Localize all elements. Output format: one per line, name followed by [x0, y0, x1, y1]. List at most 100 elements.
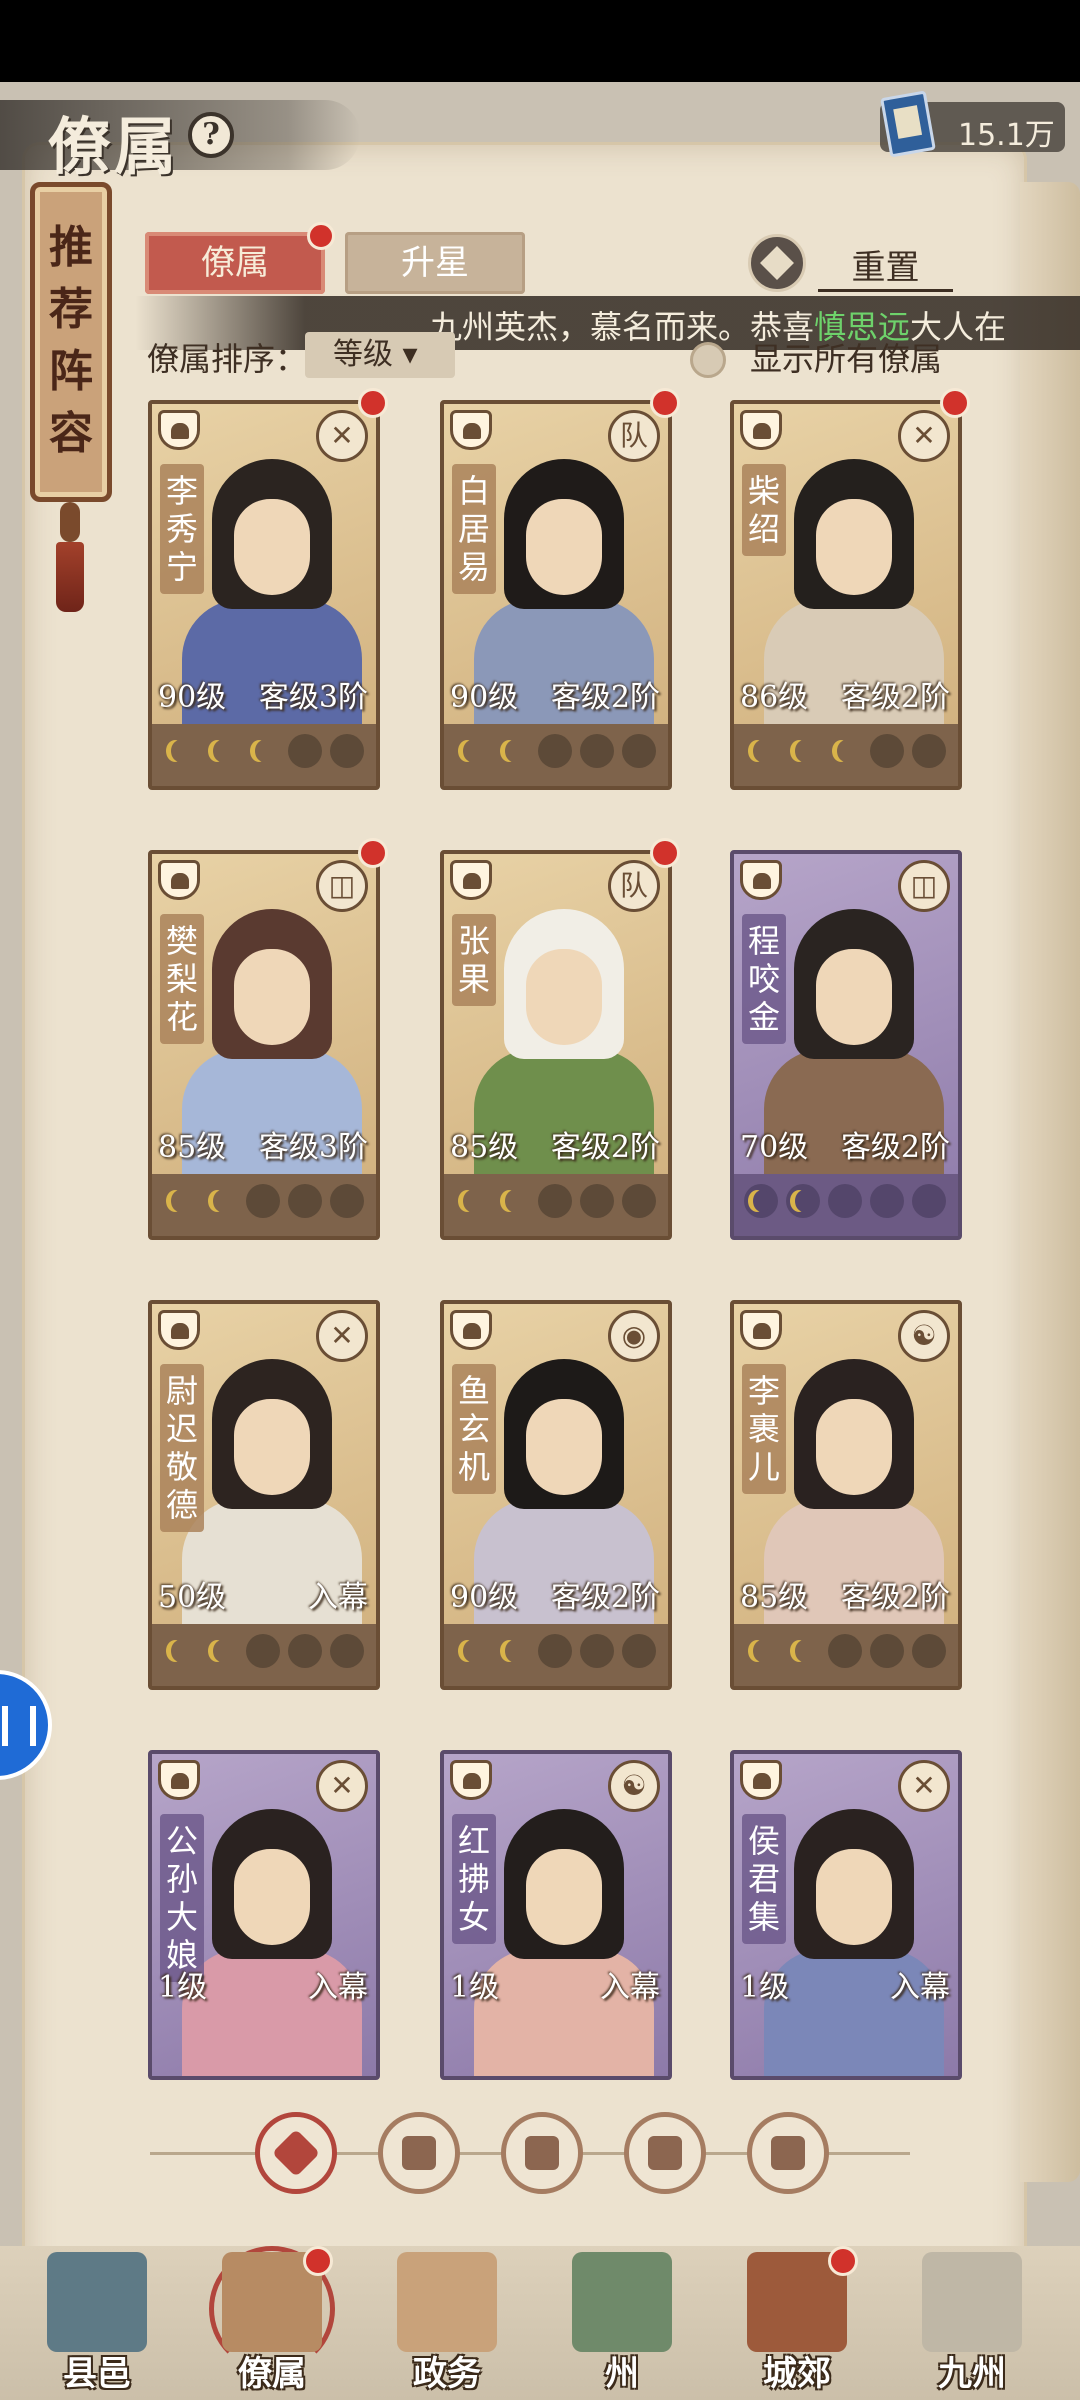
sort-dropdown[interactable]: 等级 ▾ — [305, 332, 455, 378]
faction-icon — [740, 1760, 782, 1800]
moon-star-filled-icon — [162, 734, 196, 768]
moon-star-filled-icon — [204, 734, 238, 768]
retainer-card[interactable]: ✕ 侯君集 1级 入幕 — [730, 1750, 962, 2080]
retainer-name: 侯君集 — [742, 1814, 786, 1944]
star-row — [454, 1184, 666, 1224]
nav-item[interactable]: 九州 — [897, 2246, 1047, 2400]
nav-label: 州 — [605, 2354, 639, 2394]
moon-star-filled-icon — [744, 1634, 778, 1668]
retainer-card[interactable]: ☯ 红拂女 1级 入幕 — [440, 1750, 672, 2080]
retainer-rank: 客级2阶 — [550, 1580, 660, 1615]
skill-icon: ◫ — [316, 860, 368, 912]
moon-star-empty-icon — [622, 1184, 656, 1218]
reset-icon[interactable] — [748, 234, 806, 292]
portrait-robe — [764, 1049, 944, 1189]
moon-star-empty-icon — [580, 734, 614, 768]
retainer-rank: 客级3阶 — [258, 1130, 368, 1165]
moon-star-empty-icon — [870, 1634, 904, 1668]
filter-button[interactable] — [378, 2112, 460, 2194]
retainer-card[interactable]: ◫ 程咬金 70级 客级2阶 — [730, 850, 962, 1240]
fan-filter-icon — [648, 2136, 682, 2170]
skill-icon: ✕ — [316, 1310, 368, 1362]
nav-item[interactable]: 政务 — [372, 2246, 522, 2400]
retainer-level: 90级 — [450, 680, 519, 715]
all-filter-icon — [271, 2128, 321, 2178]
retainer-card[interactable]: ✕ 尉迟敬德 50级 入幕 — [148, 1300, 380, 1690]
moon-star-empty-icon — [288, 734, 322, 768]
nav-label: 僚属 — [238, 2354, 306, 2394]
recommend-lineup-button[interactable]: 推荐阵容 — [30, 182, 112, 502]
retainer-card[interactable]: ◉ 鱼玄机 90级 客级2阶 — [440, 1300, 672, 1690]
star-row — [744, 1634, 956, 1674]
retainer-card[interactable]: ✕ 公孙大娘 1级 入幕 — [148, 1750, 380, 2080]
moon-star-empty-icon — [912, 1184, 946, 1218]
moon-star-empty-icon — [288, 1634, 322, 1668]
filter-button[interactable] — [255, 2112, 337, 2194]
recommend-lineup-label: 推荐阵容 — [49, 222, 93, 459]
tab-star-up[interactable]: 升星 — [345, 232, 525, 294]
top-bar: 僚属 ? 15.1万 — [0, 82, 1080, 183]
moon-star-empty-icon — [622, 734, 656, 768]
gourd-filter-icon — [525, 2136, 559, 2170]
book-page-edge — [1020, 182, 1080, 2182]
page-title: 僚属 — [48, 110, 181, 183]
nav-item[interactable]: 僚属 — [197, 2246, 347, 2400]
retainer-card[interactable]: 队 白居易 90级 客级2阶 — [440, 400, 672, 790]
skill-icon: ✕ — [898, 410, 950, 462]
moon-star-empty-icon — [912, 1634, 946, 1668]
retainer-name: 白居易 — [452, 464, 496, 594]
retainer-rank: 入幕 — [600, 1970, 660, 2005]
portrait-face — [526, 1399, 602, 1495]
filter-button[interactable] — [501, 2112, 583, 2194]
sort-value: 等级 — [333, 337, 393, 372]
show-all-label[interactable]: 显示所有僚属 — [750, 334, 942, 380]
portrait-face — [816, 949, 892, 1045]
portrait-robe — [182, 599, 362, 739]
tab-retainers[interactable]: 僚属 — [145, 232, 325, 294]
show-all-checkbox[interactable] — [690, 342, 726, 378]
retainer-level: 1级 — [158, 1970, 208, 2005]
nav-item[interactable]: 州 — [547, 2246, 697, 2400]
moon-star-empty-icon — [538, 1634, 572, 1668]
moon-star-filled-icon — [204, 1184, 238, 1218]
retainer-card[interactable]: ☯ 李裹儿 85级 客级2阶 — [730, 1300, 962, 1690]
game-screen: 僚属 ? 15.1万 推荐阵容 僚属 升星 重置 九州英杰，慕名而来。恭喜慎思远… — [0, 82, 1080, 2400]
lion-filter-icon — [771, 2136, 805, 2170]
portrait-robe — [474, 1499, 654, 1639]
retainer-card[interactable]: ✕ 柴绍 86级 客级2阶 — [730, 400, 962, 790]
nav-item[interactable]: 城郊 — [722, 2246, 872, 2400]
retainer-level: 85级 — [740, 1580, 809, 1615]
moon-star-filled-icon — [786, 1184, 820, 1218]
portrait-robe — [764, 599, 944, 739]
faction-filter-bar — [150, 2104, 910, 2204]
skill-icon: ✕ — [898, 1760, 950, 1812]
help-button[interactable]: ? — [188, 112, 234, 158]
moon-star-empty-icon — [538, 734, 572, 768]
retainer-name: 程咬金 — [742, 914, 786, 1044]
moon-star-filled-icon — [496, 734, 530, 768]
nav-item[interactable]: 县邑 — [22, 2246, 172, 2400]
book-currency-icon — [880, 90, 936, 158]
filter-button[interactable] — [747, 2112, 829, 2194]
retainer-rank: 客级3阶 — [258, 680, 368, 715]
nav-label: 县邑 — [63, 2354, 131, 2394]
retainer-level: 90级 — [450, 1580, 519, 1615]
tassel-knot-icon — [60, 502, 80, 542]
nav-label: 政务 — [413, 2354, 481, 2394]
reset-button[interactable]: 重置 — [818, 240, 953, 292]
moon-star-empty-icon — [870, 1184, 904, 1218]
filter-button[interactable] — [624, 2112, 706, 2194]
portrait-face — [234, 499, 310, 595]
moon-star-empty-icon — [828, 1184, 862, 1218]
nav-building-icon — [572, 2252, 672, 2352]
moon-star-filled-icon — [246, 734, 280, 768]
retainer-card[interactable]: ◫ 樊梨花 85级 客级3阶 — [148, 850, 380, 1240]
portrait-face — [234, 949, 310, 1045]
moon-star-empty-icon — [330, 1184, 364, 1218]
retainer-card[interactable]: ✕ 李秀宁 90级 客级3阶 — [148, 400, 380, 790]
portrait-robe — [182, 1049, 362, 1189]
retainer-card[interactable]: 队 张果 85级 客级2阶 — [440, 850, 672, 1240]
skill-icon: 队 — [608, 410, 660, 462]
skill-icon: ☯ — [898, 1310, 950, 1362]
tassel-icon — [56, 542, 84, 612]
